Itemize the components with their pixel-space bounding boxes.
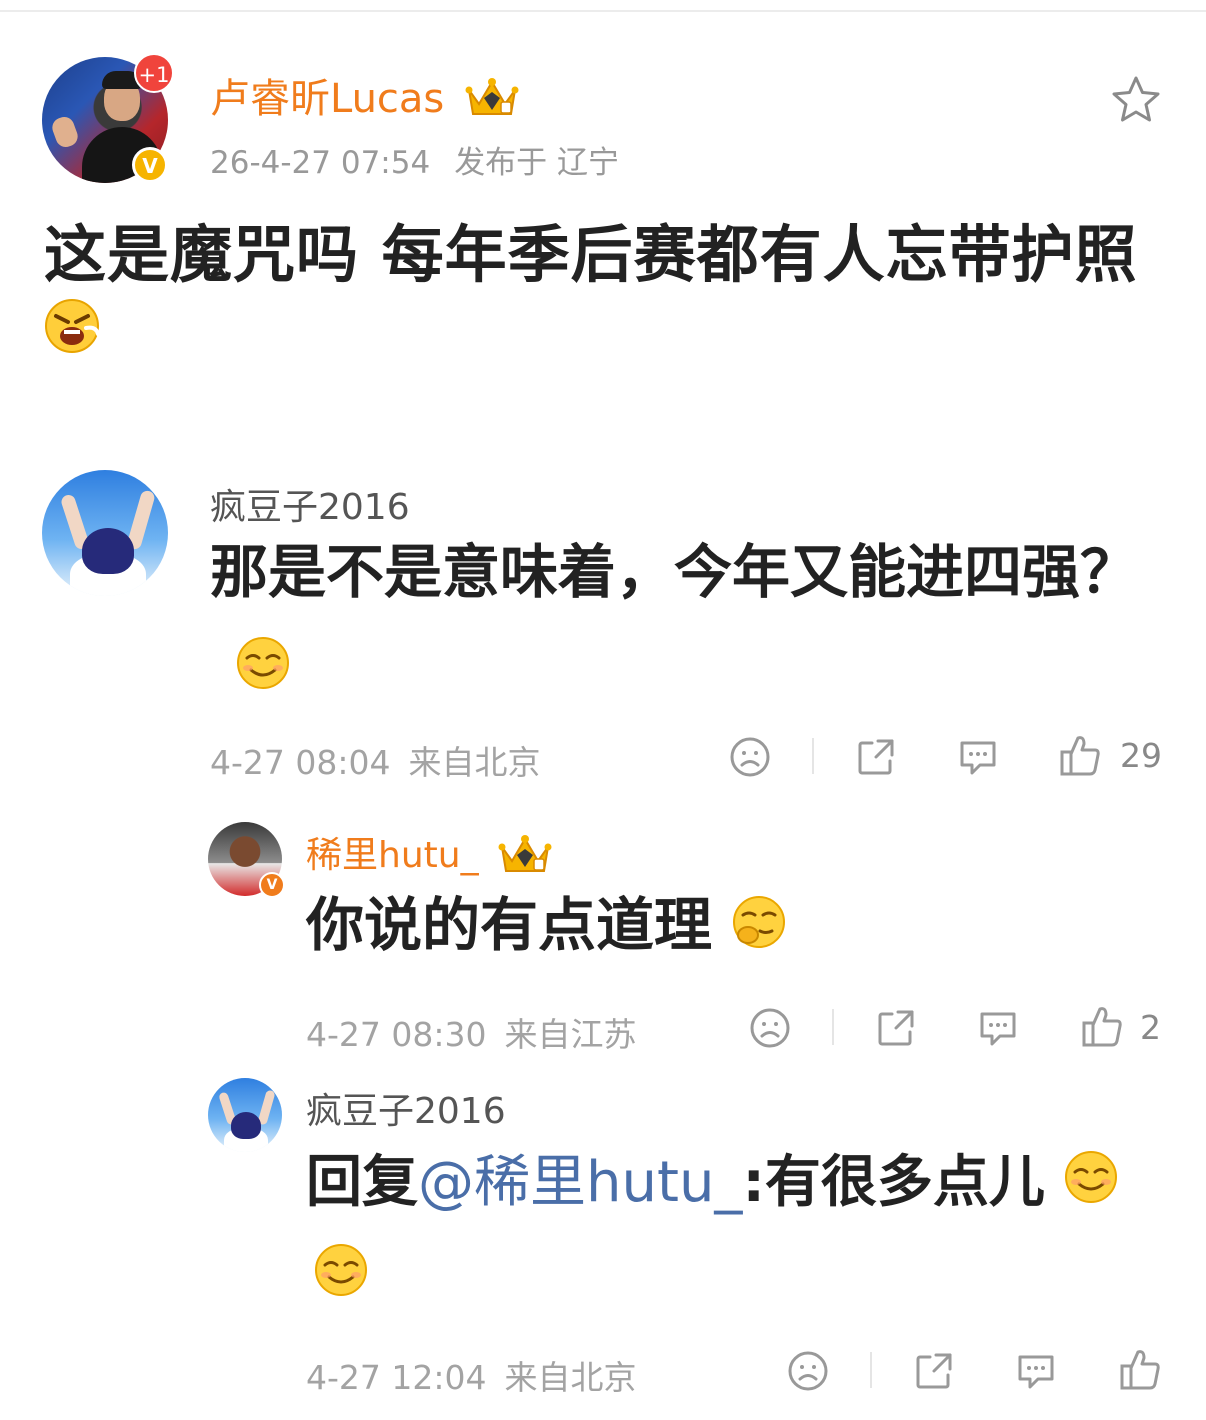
reply-body: 你说的有点道理 [306, 878, 1166, 976]
vip-crown-icon [465, 74, 519, 128]
reply-location: 来自江苏 [504, 1015, 637, 1054]
avatar-hat [82, 528, 134, 574]
smirk-face-icon [1064, 1141, 1118, 1231]
post-body: 这是魔咒吗 每年季后赛都有人忘带护照 [44, 218, 1164, 370]
share-icon[interactable] [912, 1349, 956, 1393]
reply-author[interactable]: 疯豆子2016 [306, 1082, 506, 1134]
thinking-face-icon [732, 882, 786, 976]
reply-meta: 4-27 08:30 来自江苏 [306, 1008, 637, 1056]
post-text: 这是魔咒吗 每年季后赛都有人忘带护照 [44, 218, 1138, 291]
action-divider [812, 738, 814, 774]
post-meta: 26-4-27 07:54 发布于 辽宁 [210, 137, 619, 182]
action-divider [832, 1009, 834, 1045]
reply-avatar[interactable] [208, 1078, 282, 1152]
commenter-avatar[interactable] [42, 470, 168, 596]
comment-location: 来自北京 [408, 743, 541, 782]
like-count: 29 [1120, 736, 1162, 775]
vip-crown-icon [498, 831, 552, 884]
reply-location: 来自北京 [504, 1358, 637, 1397]
post-author-name: 卢睿昕Lucas [210, 76, 445, 122]
avatar-hand [49, 114, 81, 150]
smirk-face-icon [314, 1234, 368, 1324]
reply-author-name: 稀里hutu_ [306, 835, 479, 876]
comment-time: 4-27 08:04 [210, 743, 391, 782]
favorite-star-icon[interactable] [1110, 74, 1162, 126]
dislike-icon[interactable] [728, 735, 772, 779]
like-icon[interactable] [1058, 732, 1102, 778]
verified-badge: V [259, 872, 285, 898]
reply-text: 你说的有点道理 [306, 891, 713, 959]
mention-link[interactable]: @稀里hutu_ [418, 1150, 742, 1215]
post-author[interactable]: 卢睿昕Lucas [210, 66, 519, 128]
reply-time: 4-27 12:04 [306, 1358, 487, 1397]
reply-body: 回复@稀里hutu_:有很多点儿 [306, 1138, 1166, 1324]
share-icon[interactable] [874, 1006, 918, 1050]
notification-badge: +1 [134, 53, 174, 93]
post-time: 26-4-27 07:54 [210, 145, 431, 181]
top-divider [0, 10, 1206, 12]
verified-badge: V [132, 147, 168, 183]
comment-body: 那是不是意味着，今年又能进四强？ [210, 525, 1170, 717]
comment-text: 那是不是意味着，今年又能进四强？ [210, 538, 1139, 606]
action-divider [870, 1352, 872, 1388]
reply-text: :有很多点儿 [742, 1150, 1045, 1215]
reply-meta: 4-27 12:04 来自北京 [306, 1351, 637, 1399]
angry-face-icon [44, 296, 100, 370]
avatar-hat [231, 1112, 261, 1139]
reply-time: 4-27 08:30 [306, 1015, 487, 1054]
comment-author[interactable]: 疯豆子2016 [210, 478, 410, 530]
comment-icon[interactable] [976, 1006, 1020, 1050]
comment-icon[interactable] [1014, 1349, 1058, 1393]
comment-icon[interactable] [956, 735, 1000, 779]
like-count: 2 [1140, 1008, 1161, 1047]
reply-prefix: 回复 [306, 1150, 418, 1215]
comment-meta: 4-27 08:04 来自北京 [210, 736, 541, 784]
dislike-icon[interactable] [786, 1349, 830, 1393]
like-icon[interactable] [1118, 1346, 1162, 1392]
dislike-icon[interactable] [748, 1006, 792, 1050]
post-location: 发布于 辽宁 [454, 145, 620, 181]
reply-author[interactable]: 稀里hutu_ [306, 826, 552, 884]
smirk-face-icon [236, 623, 290, 717]
share-icon[interactable] [854, 735, 898, 779]
like-icon[interactable] [1080, 1003, 1124, 1049]
